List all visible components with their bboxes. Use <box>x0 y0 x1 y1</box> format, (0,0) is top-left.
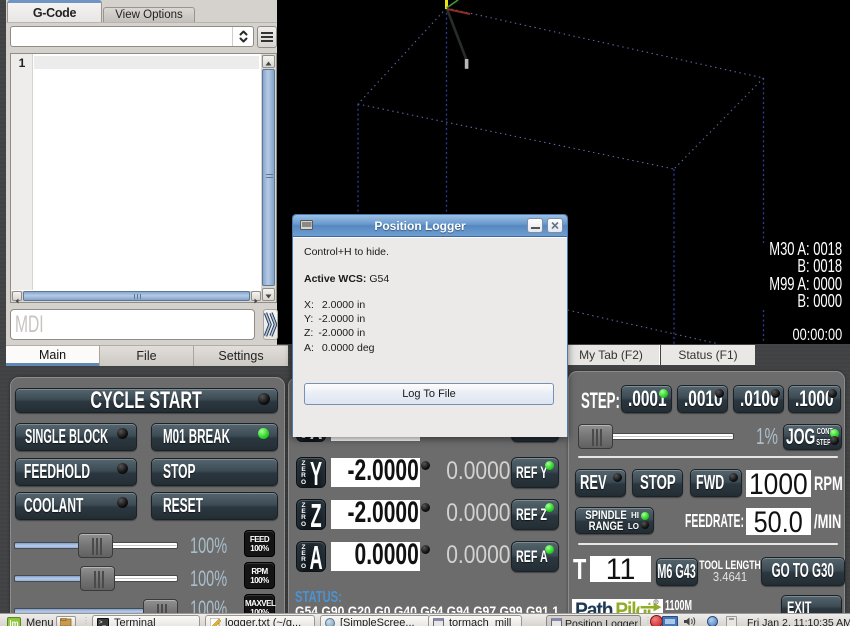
svg-text:R: R <box>655 600 658 605</box>
